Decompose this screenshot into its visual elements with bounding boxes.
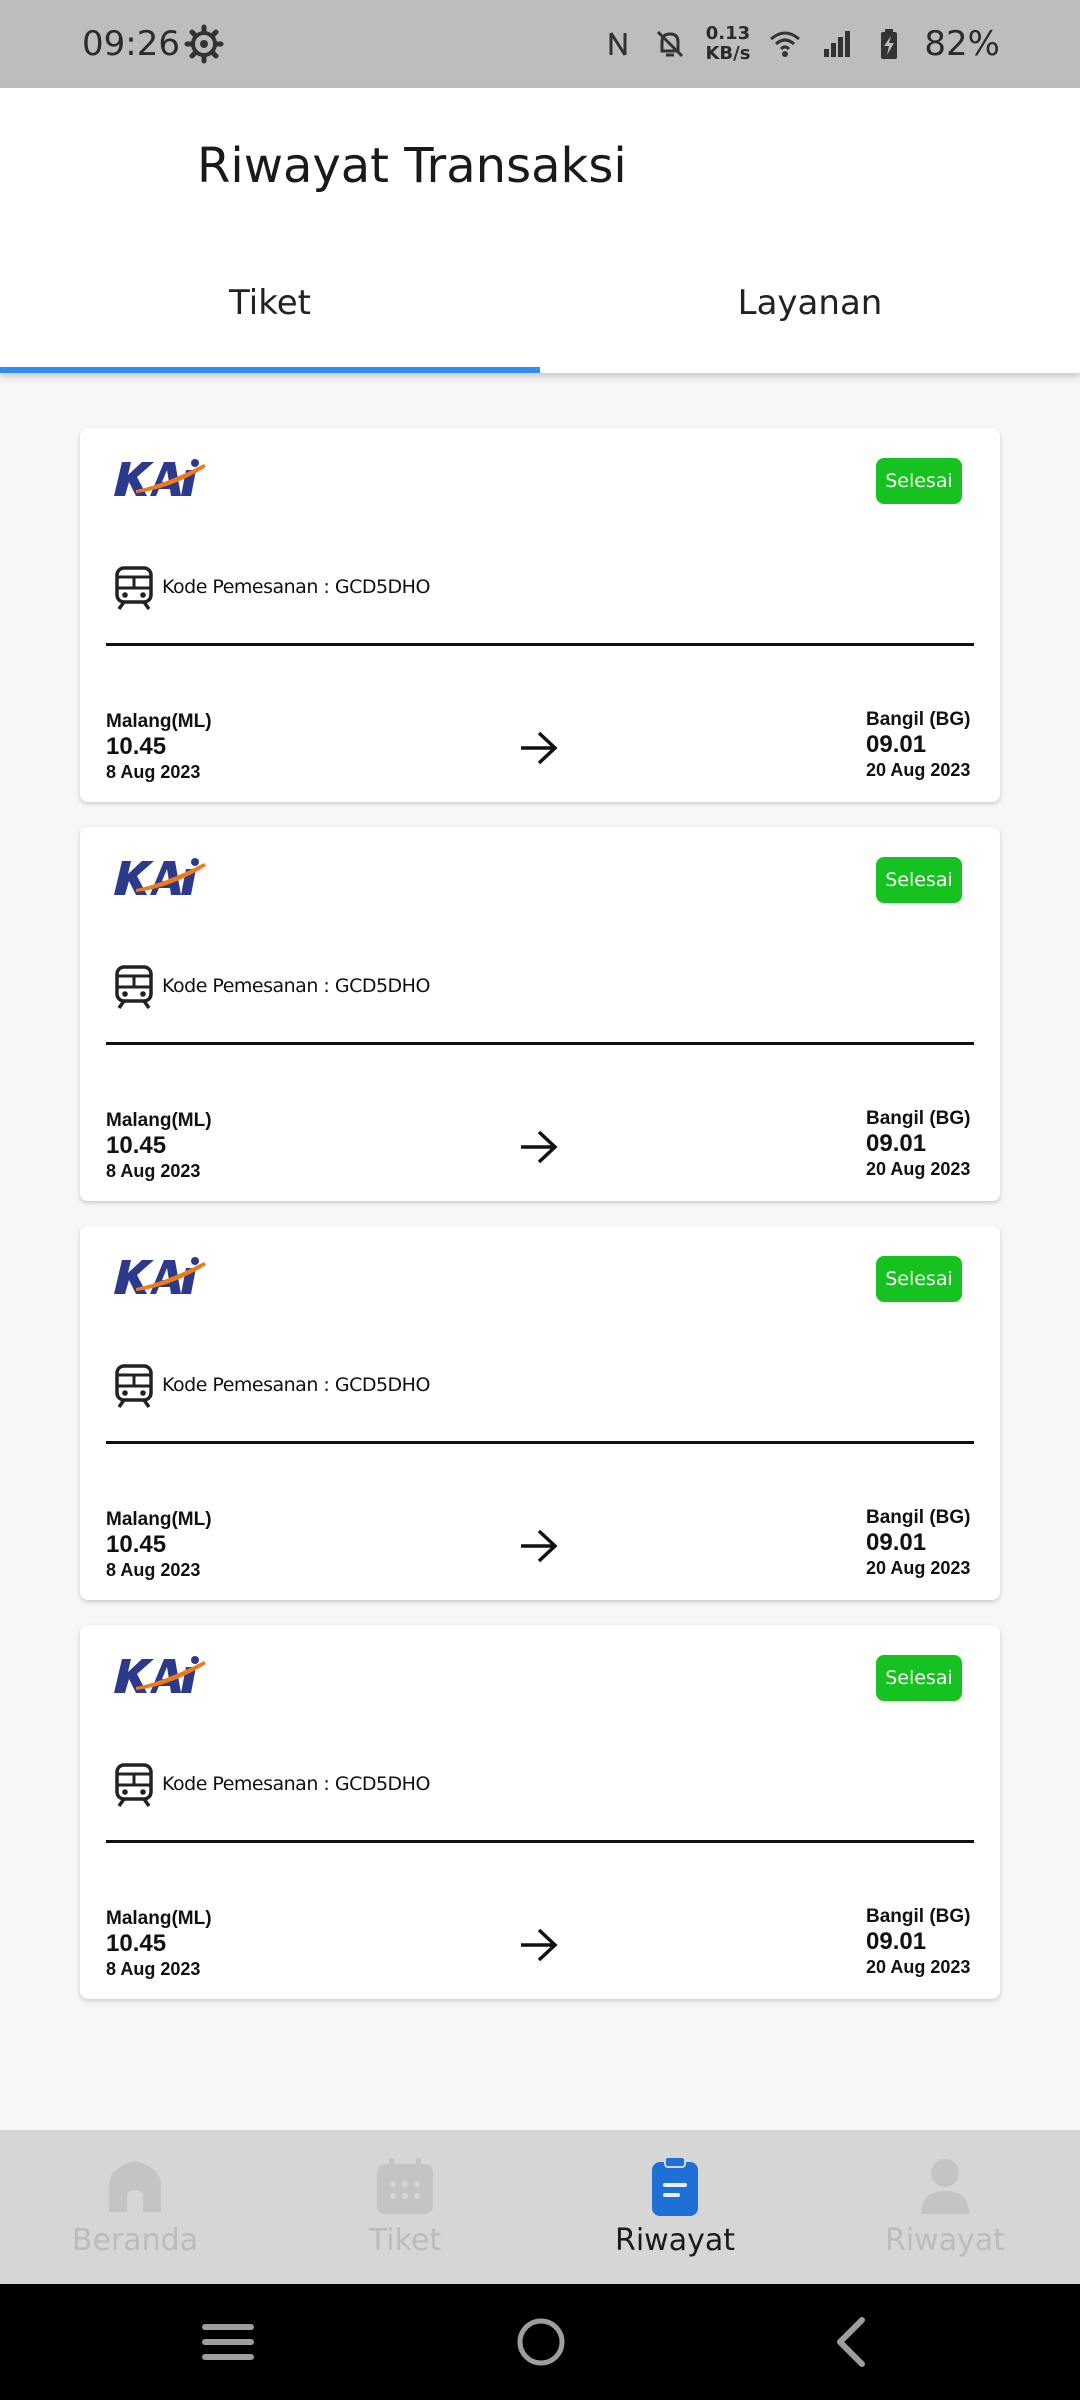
destination-time: 09.01 xyxy=(866,731,927,758)
destination-block: Bangil (BG) 09.01 20 Aug 2023 xyxy=(866,1108,971,1180)
ticket-card[interactable]: Selesai Kode Pemesanan : GCD5DHO Malang(… xyxy=(80,428,1000,802)
ticket-card[interactable]: Selesai Kode Pemesanan : GCD5DHO Malang(… xyxy=(80,1625,1000,1999)
origin-station: Malang(ML) xyxy=(106,1908,212,1929)
gear-icon xyxy=(184,24,224,64)
network-speed: 0.13 KB/s xyxy=(705,24,750,64)
home-icon xyxy=(109,2161,161,2212)
status-badge: Selesai xyxy=(876,1256,962,1302)
origin-block: Malang(ML) 10.45 8 Aug 2023 xyxy=(106,1509,212,1581)
app-header: Riwayat Transaksi Tiket Layanan xyxy=(0,88,1080,373)
home-circle-icon[interactable] xyxy=(511,2314,571,2370)
network-speed-value: 0.13 xyxy=(705,23,751,44)
card-divider xyxy=(106,1441,974,1444)
page-title: Riwayat Transaksi xyxy=(197,138,627,194)
destination-date: 20 Aug 2023 xyxy=(866,1957,971,1977)
nav-item-riwayat[interactable]: Riwayat xyxy=(540,2130,810,2284)
booking-code: Kode Pemesanan : GCD5DHO xyxy=(162,1773,430,1795)
origin-time: 10.45 xyxy=(106,1531,167,1558)
train-icon xyxy=(115,1364,153,1409)
nav-label-tiket: Tiket xyxy=(368,2223,442,2258)
destination-station: Bangil (BG) xyxy=(866,1108,971,1129)
destination-block: Bangil (BG) 09.01 20 Aug 2023 xyxy=(866,1507,971,1579)
origin-time: 10.45 xyxy=(106,1132,167,1159)
origin-station: Malang(ML) xyxy=(106,1110,212,1131)
ticket-card[interactable]: Selesai Kode Pemesanan : GCD5DHO Malang(… xyxy=(80,827,1000,1201)
kai-logo xyxy=(114,1257,206,1294)
booking-code: Kode Pemesanan : GCD5DHO xyxy=(162,975,430,997)
card-divider xyxy=(106,643,974,646)
status-badge: Selesai xyxy=(876,857,962,903)
tab-layanan[interactable]: Layanan xyxy=(540,283,1080,373)
bell-off-icon xyxy=(657,30,684,58)
destination-time: 09.01 xyxy=(866,1529,927,1556)
arrow-right-icon xyxy=(521,1928,558,1962)
nav-item-profile[interactable]: Riwayat xyxy=(810,2130,1080,2284)
arrow-right-icon xyxy=(521,1130,558,1164)
origin-station: Malang(ML) xyxy=(106,1509,212,1530)
nav-label-riwayat: Riwayat xyxy=(615,2223,735,2258)
active-tab-indicator xyxy=(0,367,540,373)
origin-station: Malang(ML) xyxy=(106,711,212,732)
destination-date: 20 Aug 2023 xyxy=(866,1558,971,1578)
status-badge: Selesai xyxy=(876,1655,962,1701)
origin-time: 10.45 xyxy=(106,1930,167,1957)
bottom-navigation: Beranda Tiket Riwayat Riwayat xyxy=(0,2130,1080,2284)
arrow-right-icon xyxy=(521,1529,558,1563)
destination-block: Bangil (BG) 09.01 20 Aug 2023 xyxy=(866,1906,971,1978)
train-icon xyxy=(115,1763,153,1808)
status-badge: Selesai xyxy=(876,458,962,504)
status-icons: 0.13 KB/s 82% xyxy=(601,20,1000,68)
card-divider xyxy=(106,1042,974,1045)
destination-block: Bangil (BG) 09.01 20 Aug 2023 xyxy=(866,709,971,781)
tab-tiket[interactable]: Tiket xyxy=(0,283,540,373)
nav-label-beranda: Beranda xyxy=(71,2223,199,2258)
destination-station: Bangil (BG) xyxy=(866,1507,971,1528)
origin-date: 8 Aug 2023 xyxy=(106,1560,201,1580)
destination-station: Bangil (BG) xyxy=(866,1906,971,1927)
destination-station: Bangil (BG) xyxy=(866,709,971,730)
nav-label-profile: Riwayat xyxy=(885,2223,1005,2258)
kai-logo xyxy=(114,1656,206,1693)
train-icon xyxy=(115,965,153,1010)
profile-icon xyxy=(921,2159,969,2214)
ticket-card[interactable]: Selesai Kode Pemesanan : GCD5DHO Malang(… xyxy=(80,1226,1000,1600)
origin-block: Malang(ML) 10.45 8 Aug 2023 xyxy=(106,1908,212,1980)
system-navigation-bar xyxy=(0,2284,1080,2400)
battery-charging-icon xyxy=(881,29,898,59)
back-icon[interactable] xyxy=(822,2314,882,2370)
nav-item-tiket[interactable]: Tiket xyxy=(270,2130,540,2284)
origin-date: 8 Aug 2023 xyxy=(106,1161,201,1181)
network-speed-unit: KB/s xyxy=(705,43,751,64)
destination-time: 09.01 xyxy=(866,1130,927,1157)
booking-code: Kode Pemesanan : GCD5DHO xyxy=(162,576,430,598)
origin-time: 10.45 xyxy=(106,733,167,760)
origin-block: Malang(ML) 10.45 8 Aug 2023 xyxy=(106,1110,212,1182)
menu-icon[interactable] xyxy=(198,2314,258,2370)
battery-percentage: 82% xyxy=(924,24,1000,64)
booking-code: Kode Pemesanan : GCD5DHO xyxy=(162,1374,430,1396)
arrow-right-icon xyxy=(521,731,558,765)
nav-item-beranda[interactable]: Beranda xyxy=(0,2130,270,2284)
destination-date: 20 Aug 2023 xyxy=(866,760,971,780)
kai-logo xyxy=(114,459,206,496)
nfc-icon xyxy=(609,32,627,56)
origin-date: 8 Aug 2023 xyxy=(106,1959,201,1979)
destination-time: 09.01 xyxy=(866,1928,927,1955)
destination-date: 20 Aug 2023 xyxy=(866,1159,971,1179)
calendar-icon xyxy=(377,2158,433,2214)
status-time: 09:26 xyxy=(82,24,180,64)
status-bar: 09:26 0.13 KB/s 82% xyxy=(0,0,1080,88)
signal-icon xyxy=(824,31,851,57)
wifi-icon xyxy=(770,31,801,57)
clipboard-icon xyxy=(652,2156,698,2216)
origin-block: Malang(ML) 10.45 8 Aug 2023 xyxy=(106,711,212,783)
origin-date: 8 Aug 2023 xyxy=(106,762,201,782)
train-icon xyxy=(115,566,153,611)
card-divider xyxy=(106,1840,974,1843)
kai-logo xyxy=(114,858,206,895)
